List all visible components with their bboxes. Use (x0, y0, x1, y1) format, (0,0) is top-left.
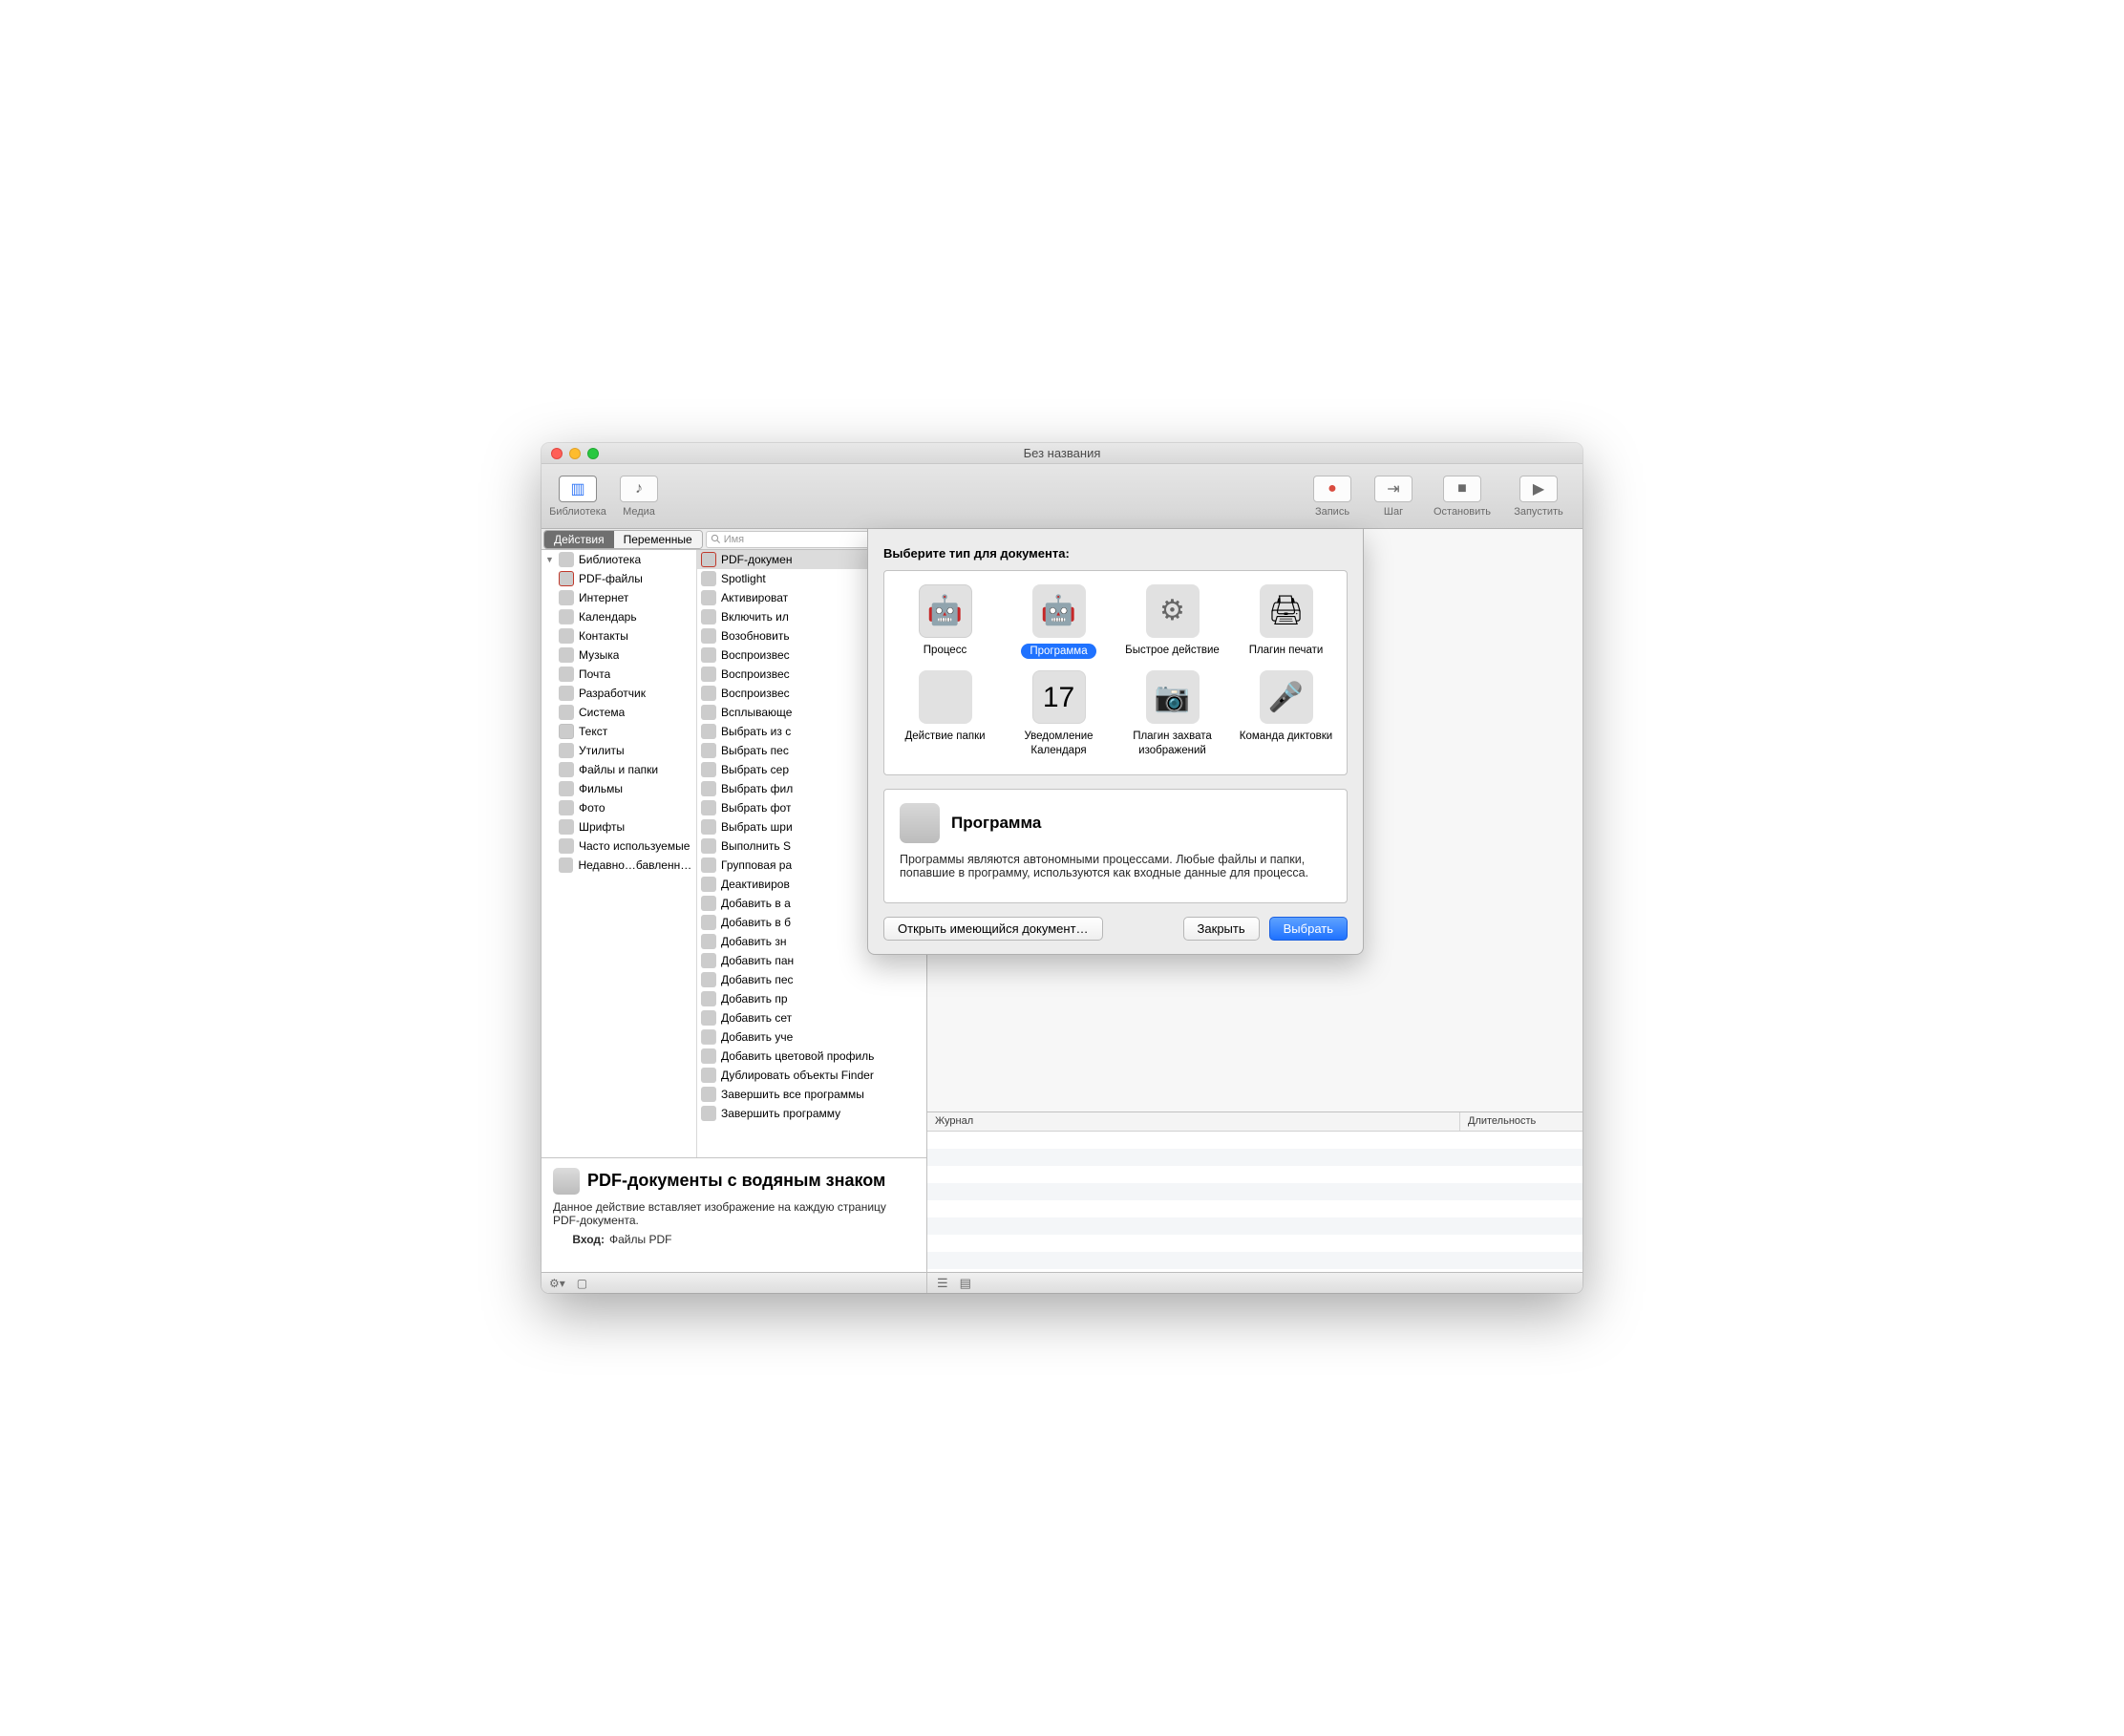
toolbar: ▥ Библиотека ♪ Медиа ●Запись ⇥Шаг ■Остан… (542, 464, 1582, 529)
grid-view-icon[interactable]: ▤ (960, 1276, 971, 1291)
library-category[interactable]: Текст (542, 722, 696, 741)
tab-variables[interactable]: Переменные (614, 531, 702, 548)
minimize-window-icon[interactable] (569, 448, 581, 459)
left-statusbar: ⚙︎▾ ▢ (542, 1272, 926, 1293)
open-existing-button[interactable]: Открыть имеющийся документ… (883, 917, 1103, 941)
action-row[interactable]: Дублировать объекты Finder (697, 1066, 926, 1085)
action-row[interactable]: Добавить уче (697, 1027, 926, 1047)
close-button[interactable]: Закрыть (1183, 917, 1260, 941)
action-row[interactable]: Добавить пр (697, 989, 926, 1008)
list-view-icon[interactable]: ☰ (937, 1276, 948, 1291)
stop-button[interactable]: ■Остановить (1426, 476, 1498, 518)
library-category[interactable]: Фильмы (542, 779, 696, 798)
gear-menu-icon[interactable]: ⚙︎▾ (549, 1277, 565, 1290)
action-row[interactable]: Добавить цветовой профиль (697, 1047, 926, 1066)
doc-type-icon: 17 (1032, 670, 1086, 724)
library-category[interactable]: Интернет (542, 588, 696, 607)
action-row[interactable]: Добавить сет (697, 1008, 926, 1027)
search-icon (711, 534, 721, 544)
library-category[interactable]: Утилиты (542, 741, 696, 760)
panel-toggle-icon[interactable]: ▢ (577, 1277, 587, 1290)
library-category[interactable]: Система (542, 703, 696, 722)
run-button[interactable]: ▶Запустить (1502, 476, 1575, 518)
doc-type-icon: 🖨 (1260, 584, 1313, 638)
library-category[interactable]: Календарь (542, 607, 696, 626)
doc-type-option[interactable]: 🎤Команда диктовки (1229, 665, 1343, 763)
action-row[interactable]: Завершить все программы (697, 1085, 926, 1104)
library-category[interactable]: PDF-файлы (542, 569, 696, 588)
action-row[interactable]: Завершить программу (697, 1104, 926, 1123)
document-type-grid: 🤖Процесс🤖Программа⚙︎Быстрое действие🖨Пла… (883, 570, 1348, 775)
program-icon (900, 803, 940, 843)
log-col-duration[interactable]: Длительность (1460, 1112, 1582, 1131)
library-categories[interactable]: ▼Библиотека PDF-файлыИнтернетКалендарьКо… (542, 550, 697, 1157)
log-col-journal[interactable]: Журнал (927, 1112, 1460, 1131)
library-category[interactable]: Почта (542, 665, 696, 684)
app-window: Без названия ▥ Библиотека ♪ Медиа ●Запис… (542, 443, 1582, 1293)
doc-type-option[interactable]: Действие папки (888, 665, 1002, 763)
right-statusbar: ☰ ▤ (927, 1272, 1582, 1293)
doc-type-icon: 📷 (1146, 670, 1200, 724)
library-category[interactable]: Разработчик (542, 684, 696, 703)
library-category[interactable]: Файлы и папки (542, 760, 696, 779)
library-button[interactable]: ▥ Библиотека (549, 476, 606, 518)
type-description: Программа Программы являются автономными… (883, 789, 1348, 903)
library-category[interactable]: Музыка (542, 646, 696, 665)
log-panel: Журнал Длительность (927, 1111, 1582, 1272)
window-title: Без названия (1024, 446, 1101, 460)
doc-type-icon: ⚙︎ (1146, 584, 1200, 638)
library-category[interactable]: Шрифты (542, 817, 696, 836)
tab-actions[interactable]: Действия (544, 531, 614, 548)
doc-type-option[interactable]: 17Уведомление Календаря (1002, 665, 1115, 763)
zoom-window-icon[interactable] (587, 448, 599, 459)
actions-variables-segment[interactable]: Действия Переменные (543, 530, 703, 549)
doc-type-option[interactable]: 🖨Плагин печати (1229, 579, 1343, 665)
doc-type-option[interactable]: ⚙︎Быстрое действие (1115, 579, 1229, 665)
record-button[interactable]: ●Запись (1304, 476, 1361, 518)
doc-type-icon: 🎤 (1260, 670, 1313, 724)
doc-type-icon: 🤖 (919, 584, 972, 638)
sheet-title: Выберите тип для документа: (883, 546, 1348, 561)
pdf-watermark-icon (553, 1168, 580, 1195)
step-button[interactable]: ⇥Шаг (1365, 476, 1422, 518)
doc-type-icon (919, 670, 972, 724)
action-detail: PDF-документы с водяным знаком Данное де… (542, 1157, 926, 1272)
doc-type-option[interactable]: 📷Плагин захвата изображений (1115, 665, 1229, 763)
library-category[interactable]: Контакты (542, 626, 696, 646)
doc-type-option[interactable]: 🤖Процесс (888, 579, 1002, 665)
titlebar: Без названия (542, 443, 1582, 464)
close-window-icon[interactable] (551, 448, 563, 459)
media-button[interactable]: ♪ Медиа (610, 476, 668, 518)
doc-type-icon: 🤖 (1032, 584, 1086, 638)
document-type-sheet: Выберите тип для документа: 🤖Процесс🤖Про… (867, 529, 1364, 955)
log-rows (927, 1132, 1582, 1272)
library-category[interactable]: Фото (542, 798, 696, 817)
choose-button[interactable]: Выбрать (1269, 917, 1348, 941)
action-row[interactable]: Добавить пес (697, 970, 926, 989)
doc-type-option[interactable]: 🤖Программа (1002, 579, 1115, 665)
